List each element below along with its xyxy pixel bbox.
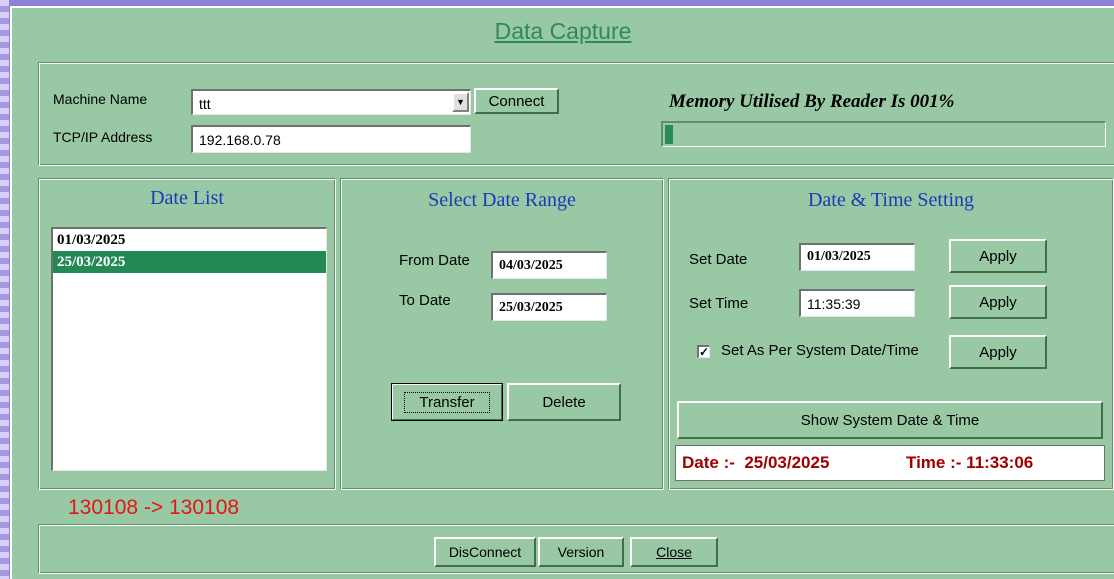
list-item[interactable]: 25/03/2025	[53, 251, 326, 273]
close-button[interactable]: Close	[630, 537, 718, 567]
chevron-down-icon[interactable]: ▼	[452, 92, 469, 112]
set-date-label: Set Date	[689, 251, 748, 268]
to-date-label: To Date	[399, 292, 451, 309]
apply-system-button[interactable]: Apply	[949, 335, 1047, 369]
date-range-group: Select Date Range From Date 04/03/2025 T…	[340, 178, 664, 490]
apply-time-button[interactable]: Apply	[949, 285, 1047, 319]
disconnect-button[interactable]: DisConnect	[434, 537, 536, 567]
list-item[interactable]: 01/03/2025	[53, 229, 326, 251]
window-title: Data Capture	[494, 18, 632, 44]
date-list-group: Date List 01/03/2025 25/03/2025	[38, 178, 336, 490]
transfer-label: Transfer	[404, 391, 490, 413]
data-capture-window: Data Capture Machine Name ttt ▼ Connect …	[10, 6, 1114, 579]
machine-name-label: Machine Name	[53, 91, 148, 107]
close-label: Close	[656, 544, 692, 560]
date-range-heading: Select Date Range	[428, 189, 576, 211]
version-button[interactable]: Version	[538, 537, 624, 567]
window-edge	[0, 0, 9, 579]
tcp-ip-input[interactable]: 192.168.0.78	[191, 125, 471, 153]
memory-progress-fill	[665, 125, 673, 144]
machine-name-combo[interactable]: ttt	[191, 89, 471, 115]
delete-button[interactable]: Delete	[507, 383, 621, 421]
tcp-ip-label: TCP/IP Address	[53, 129, 153, 145]
set-time-label: Set Time	[689, 295, 749, 312]
show-system-datetime-button[interactable]: Show System Date & Time	[677, 401, 1103, 439]
connection-group: Machine Name ttt ▼ Connect TCP/IP Addres…	[38, 62, 1114, 166]
set-time-input[interactable]: 11:35:39	[799, 289, 915, 317]
from-date-label: From Date	[399, 252, 470, 269]
to-date-input[interactable]: 25/03/2025	[491, 293, 607, 321]
date-listbox[interactable]: 01/03/2025 25/03/2025	[51, 227, 327, 471]
connect-button[interactable]: Connect	[474, 88, 559, 114]
system-datetime-display: Date :- 25/03/2025 Time :- 11:33:06	[675, 445, 1105, 481]
from-date-input[interactable]: 04/03/2025	[491, 251, 607, 279]
date-list-heading: Date List	[150, 187, 224, 209]
apply-date-button[interactable]: Apply	[949, 239, 1047, 273]
datetime-heading: Date & Time Setting	[807, 189, 975, 211]
system-datetime-checkbox[interactable]: ✓	[697, 345, 710, 358]
transfer-button[interactable]: Transfer	[391, 383, 503, 421]
system-datetime-label: Set As Per System Date/Time	[721, 342, 919, 359]
date-display: Date :- 25/03/2025	[682, 453, 830, 472]
datetime-setting-group: Date & Time Setting Set Date 01/03/2025 …	[668, 178, 1114, 490]
memory-progress-bar	[661, 121, 1106, 147]
set-date-input[interactable]: 01/03/2025	[799, 243, 915, 271]
time-display: Time :- 11:33:06	[906, 453, 1034, 472]
memory-usage-text: Memory Utilised By Reader Is 001%	[669, 91, 955, 112]
footer-group: DisConnect Version Close	[38, 524, 1114, 574]
machine-name-value: ttt	[199, 96, 211, 112]
record-counter: 130108 -> 130108	[68, 496, 240, 519]
